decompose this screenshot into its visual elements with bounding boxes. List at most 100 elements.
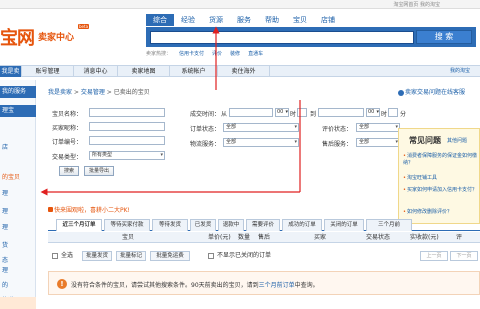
faq-question[interactable]: 买家如何申请加入信用卡支付？: [403, 187, 479, 194]
sidebar-head-manage[interactable]: 理宝: [0, 105, 36, 117]
sidebar-item[interactable]: 店: [2, 142, 8, 151]
tab-all[interactable]: 综合: [146, 14, 174, 26]
sidebar-item[interactable]: 态: [2, 255, 8, 264]
tab-successful[interactable]: 成功的订单: [282, 219, 322, 231]
tab-recent-orders[interactable]: 近三个月订单: [56, 219, 102, 231]
tab-shops[interactable]: 店铺: [314, 14, 342, 26]
faq-question[interactable]: 淘宝旺铺工具: [403, 175, 479, 182]
item-name-label: 宝贝名称：: [52, 111, 83, 118]
sidebar-item[interactable]: 理: [2, 188, 8, 197]
faq-question[interactable]: 如何修改删除评价？: [403, 209, 479, 216]
seller-center-title: 卖家中心: [38, 33, 75, 43]
faq-title: 常见问题: [409, 136, 441, 145]
taobao-logo[interactable]: 宝网: [0, 24, 35, 50]
order-status-label: 订单状态：: [190, 126, 221, 133]
tab-help[interactable]: 帮助: [258, 14, 286, 26]
faq-question[interactable]: 消费者保障服务的保证金如何缴纳？: [403, 153, 479, 167]
nav-account[interactable]: 账号管理: [22, 66, 74, 77]
sidebar-item[interactable]: 理: [2, 222, 8, 231]
service-icon: [398, 89, 404, 96]
time-from-date[interactable]: [229, 108, 273, 117]
online-service-link[interactable]: 卖家交易问题在线客服: [398, 87, 465, 96]
breadcrumb: 我是卖家 > 交易管理 > 已卖出的宝贝: [48, 89, 150, 96]
sidebar-item[interactable]: 理: [2, 206, 8, 215]
col-buyer: 买家: [314, 234, 327, 241]
select-all-checkbox[interactable]: [52, 253, 58, 259]
tab-items[interactable]: 宝贝: [286, 14, 314, 26]
older-orders-link[interactable]: 三个月前订单: [259, 282, 295, 289]
main-navigation: 我是卖家 账号管理 消息中心 卖家地图 系统帐户 卖住海外 我的淘宝: [0, 65, 480, 86]
tab-awaiting-shipment[interactable]: 等待发货: [152, 219, 188, 231]
top-bar: 淘宝网首页 我的淘宝: [0, 0, 480, 9]
promo-link[interactable]: 快来围观啦，喜耕小二大PK!: [48, 205, 130, 214]
tab-service[interactable]: 服务: [230, 14, 258, 26]
faq-more-link[interactable]: 其他问题: [447, 137, 467, 144]
order-status-select[interactable]: 全部: [223, 123, 299, 132]
batch-mark-button[interactable]: 批量标记: [116, 251, 146, 261]
search-button[interactable]: 搜 索: [416, 30, 472, 44]
tab-shipped[interactable]: 已发货: [190, 219, 216, 231]
search-input[interactable]: [150, 31, 414, 44]
buyer-nick-input[interactable]: [89, 122, 165, 131]
search-orders-button[interactable]: 搜索: [59, 166, 79, 176]
notice-text: 没有符合条件的宝贝，请尝试其他搜索条件。90天前卖出的宝贝，请到三个月前订单中查…: [71, 282, 319, 289]
buyer-nick-label: 买家昵称：: [52, 125, 83, 132]
order-no-input[interactable]: [89, 136, 165, 145]
logistics-select[interactable]: 全部: [223, 138, 299, 147]
my-taobao-link[interactable]: 我的淘宝: [450, 66, 470, 77]
time-to-hour[interactable]: 00: [366, 108, 380, 117]
prev-page-button[interactable]: 上一页: [420, 251, 448, 261]
nav-messages[interactable]: 消息中心: [74, 66, 118, 77]
trade-type-select[interactable]: 所有类型: [89, 151, 165, 160]
col-status: 交易状态: [366, 234, 391, 241]
export-button[interactable]: 批量导出: [84, 166, 114, 176]
left-sidebar: 我的服务 理宝 店 的宝贝 理 理 理 货 态 理 的 快递: [0, 80, 36, 309]
tab-needs-review[interactable]: 需要评价: [246, 219, 280, 231]
empty-result-notice: ! 没有符合条件的宝贝，请尝试其他搜索条件。90天前卖出的宝贝，请到三个月前订单…: [48, 271, 480, 295]
nav-seller-map[interactable]: 卖家地图: [118, 66, 170, 77]
item-name-input[interactable]: [89, 108, 165, 117]
hot-word[interactable]: 信用卡支付: [179, 51, 204, 57]
after-sale-select[interactable]: 全部: [356, 138, 400, 147]
hot-word[interactable]: 直通车: [248, 51, 263, 57]
col-price: 单价(元): [208, 234, 231, 241]
tab-closed[interactable]: 关闭的订单: [324, 219, 364, 231]
batch-ship-button[interactable]: 批量发货: [82, 251, 112, 261]
promo-icon: [48, 207, 53, 212]
tab-awaiting-payment[interactable]: 等待买家付款: [104, 219, 150, 231]
hot-word[interactable]: 装修: [230, 51, 240, 57]
sidebar-item[interactable]: 的: [2, 280, 8, 289]
time-from-hour[interactable]: 00: [275, 108, 289, 117]
rate-status-select[interactable]: 全部: [356, 123, 400, 132]
top-links[interactable]: 淘宝网首页 我的淘宝: [393, 1, 440, 8]
breadcrumb-home[interactable]: 我是卖家: [48, 89, 72, 96]
tab-supply[interactable]: 货源: [202, 14, 230, 26]
nav-system-account[interactable]: 系统帐户: [170, 66, 218, 77]
sidebar-item[interactable]: 理: [2, 265, 8, 274]
hot-word[interactable]: 评价: [212, 51, 222, 57]
tab-experience[interactable]: 经验: [174, 14, 202, 26]
order-no-label: 订单编号：: [52, 139, 83, 146]
select-all-label: 全选: [61, 252, 74, 259]
col-after-sale: 售后: [258, 234, 271, 241]
col-paid: 实收款(元): [410, 234, 439, 241]
time-to-minute[interactable]: [388, 108, 398, 117]
batch-free-shipping-button[interactable]: 批量免运费: [150, 251, 190, 261]
sidebar-item-sold[interactable]: 的宝贝: [2, 172, 20, 181]
sidebar-item[interactable]: 货: [2, 240, 8, 249]
tab-refunding[interactable]: 退款中: [218, 219, 244, 231]
time-from-minute[interactable]: [297, 108, 307, 117]
hide-closed-label: 不显示已关闭的订单: [217, 252, 272, 259]
hot-searches-label: 卖家热搜：: [146, 51, 172, 57]
time-to-date[interactable]: [318, 108, 364, 117]
hide-closed-checkbox[interactable]: [208, 253, 214, 259]
tab-older[interactable]: 三个月前: [366, 219, 412, 231]
nav-overseas[interactable]: 卖住海外: [218, 66, 270, 77]
breadcrumb-section[interactable]: 交易管理: [81, 89, 105, 96]
table-header: 宝贝 单价(元) 数量 售后 买家 交易状态 实收款(元) 评: [48, 232, 480, 243]
next-page-button[interactable]: 下一页: [450, 251, 478, 261]
sidebar-head-services[interactable]: 我的服务: [0, 86, 36, 98]
nav-seller-home[interactable]: 我是卖家: [0, 66, 22, 86]
col-quantity: 数量: [238, 234, 251, 241]
faq-panel: 常见问题 其他问题 消费者保障服务的保证金如何缴纳？ 淘宝旺铺工具 买家如何申请…: [398, 128, 480, 224]
